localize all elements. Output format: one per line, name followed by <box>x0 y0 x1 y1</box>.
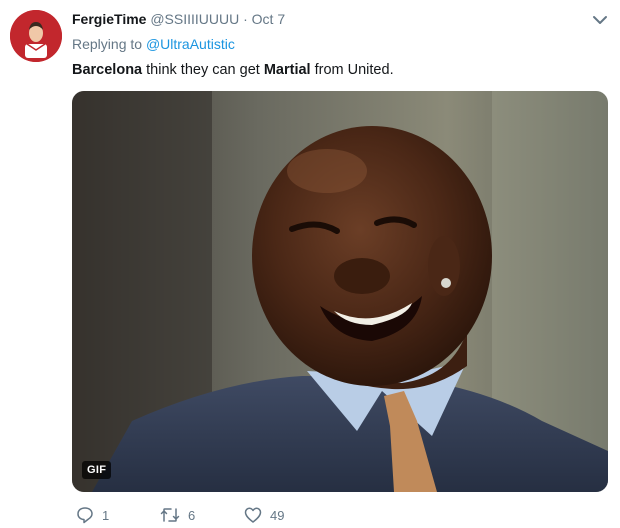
tweet-text-plain-2: from United. <box>310 62 394 78</box>
reply-icon <box>77 507 93 524</box>
reply-mention-link[interactable]: @UltraAutistic <box>146 36 235 52</box>
like-count: 49 <box>270 507 285 523</box>
tweet-text-bold-1: Barcelona <box>72 62 143 78</box>
gif-badge: GIF <box>82 461 112 479</box>
laughing-man-gif-image <box>72 91 608 492</box>
replying-to-label: Replying to <box>72 36 143 52</box>
retweet-button[interactable]: 6 <box>160 506 195 524</box>
heart-icon <box>244 507 262 523</box>
tweet-header: FergieTime @SSIIIIUUUU · Oct 7 <box>72 10 285 28</box>
tweet-text-plain-1: think they can get <box>142 62 264 78</box>
retweet-icon <box>160 508 180 522</box>
tweet-text-bold-2: Martial <box>263 62 311 78</box>
like-button[interactable]: 49 <box>244 506 284 524</box>
reply-button[interactable]: 1 <box>76 506 109 524</box>
avatar[interactable] <box>10 10 62 62</box>
avatar-person-icon <box>10 10 62 62</box>
author-handle[interactable]: @SSIIIIUUUU <box>150 11 239 27</box>
tweet-date[interactable]: Oct 7 <box>252 11 285 27</box>
replying-to: Replying to @UltraAutistic <box>72 36 235 52</box>
reply-count: 1 <box>102 507 110 523</box>
retweet-count: 6 <box>188 507 196 523</box>
chevron-down-icon <box>593 16 607 24</box>
author-name[interactable]: FergieTime <box>72 11 146 27</box>
separator-dot: · <box>243 11 248 27</box>
tweet-media-gif[interactable] <box>72 91 608 492</box>
tweet-text: Barcelona think they can get Martial fro… <box>72 62 394 78</box>
more-options-button[interactable] <box>590 12 610 28</box>
